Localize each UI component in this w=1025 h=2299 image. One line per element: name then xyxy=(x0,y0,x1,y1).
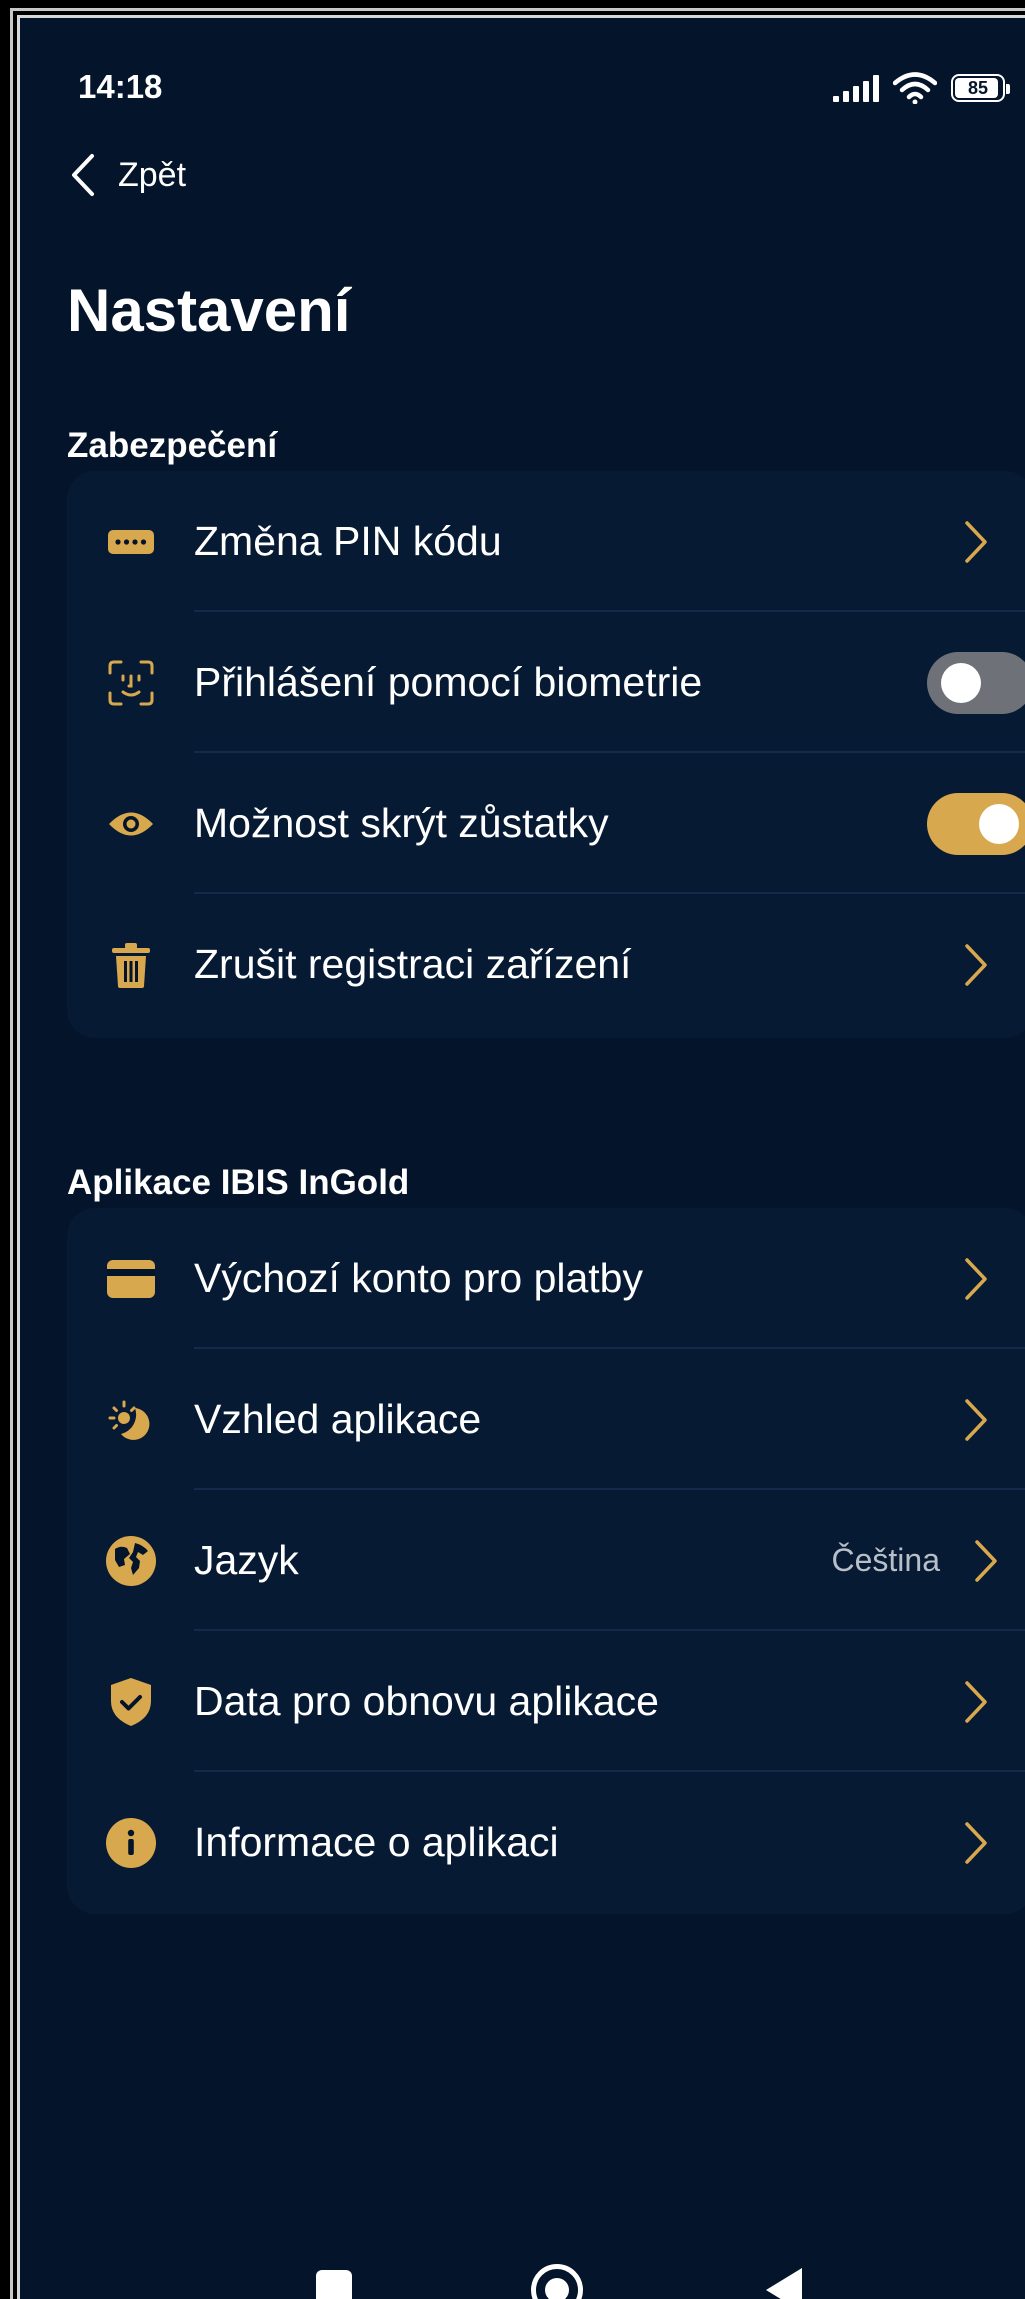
screen: 14:18 85 Zpět Nastavení Zabezpečení Změn… xyxy=(17,15,1025,2299)
chevron-right-icon xyxy=(975,1539,997,1582)
back-label: Zpět xyxy=(118,155,187,194)
signal-icon xyxy=(833,74,879,102)
section-title-app: Aplikace IBIS InGold xyxy=(67,1163,410,1202)
shield-check-icon xyxy=(110,1677,151,1726)
row-app-info[interactable]: Informace o aplikaci xyxy=(67,1772,1025,1913)
row-biometric-login[interactable]: Přihlášení pomocí biometrie xyxy=(67,612,1025,753)
security-card: Změna PIN kódu Přihlášení pomocí biometr… xyxy=(67,471,1025,1038)
chevron-right-icon xyxy=(965,1257,987,1300)
pin-keypad-icon xyxy=(107,529,154,554)
row-language[interactable]: Jazyk Čeština xyxy=(67,1490,1025,1631)
chevron-right-icon xyxy=(965,1680,987,1723)
globe-icon xyxy=(105,1535,156,1586)
theme-icon xyxy=(108,1400,149,1440)
row-label: Výchozí konto pro platby xyxy=(194,1255,643,1301)
card-icon xyxy=(106,1259,155,1298)
row-label: Možnost skrýt zůstatky xyxy=(194,800,609,846)
row-change-pin[interactable]: Změna PIN kódu xyxy=(67,471,1025,612)
chevron-left-icon xyxy=(72,154,94,196)
wifi-icon xyxy=(893,72,937,104)
chevron-right-icon xyxy=(965,520,987,563)
row-app-appearance[interactable]: Vzhled aplikace xyxy=(67,1349,1025,1490)
row-label: Změna PIN kódu xyxy=(194,518,502,564)
back-button[interactable]: Zpět xyxy=(70,153,186,197)
recents-button[interactable] xyxy=(316,2270,352,2299)
row-label: Data pro obnovu aplikace xyxy=(194,1678,659,1724)
language-value: Čeština xyxy=(831,1542,941,1578)
system-nav-bar xyxy=(20,2258,1025,2299)
page-title: Nastavení xyxy=(67,277,351,344)
frame-border-top xyxy=(10,8,1025,11)
chevron-right-icon xyxy=(965,1398,987,1441)
face-id-icon xyxy=(108,660,153,705)
biometric-toggle[interactable] xyxy=(927,651,1025,714)
status-icons: 85 xyxy=(833,72,1010,104)
eye-icon xyxy=(108,812,153,835)
row-recovery-data[interactable]: Data pro obnovu aplikace xyxy=(67,1631,1025,1772)
row-label: Vzhled aplikace xyxy=(194,1396,482,1442)
battery-icon: 85 xyxy=(951,74,1010,102)
hide-balances-toggle[interactable] xyxy=(927,792,1025,855)
row-label: Přihlášení pomocí biometrie xyxy=(194,659,703,705)
info-icon xyxy=(105,1817,156,1868)
chevron-right-icon xyxy=(965,1821,987,1864)
battery-level: 85 xyxy=(967,77,989,98)
row-default-account[interactable]: Výchozí konto pro platby xyxy=(67,1208,1025,1349)
app-card: Výchozí konto pro platby Vzhled aplikace… xyxy=(67,1208,1025,1914)
chevron-right-icon xyxy=(965,943,987,986)
system-back-button[interactable] xyxy=(766,2268,802,2299)
status-time: 14:18 xyxy=(78,68,163,105)
row-label: Zrušit registraci zařízení xyxy=(194,941,632,987)
section-title-security: Zabezpečení xyxy=(67,426,278,465)
row-hide-balances[interactable]: Možnost skrýt zůstatky xyxy=(67,753,1025,894)
trash-icon xyxy=(111,942,150,988)
row-label: Informace o aplikaci xyxy=(194,1819,559,1865)
row-label: Jazyk xyxy=(194,1537,299,1583)
frame-border-left xyxy=(10,8,13,2299)
row-unregister-device[interactable]: Zrušit registraci zařízení xyxy=(67,894,1025,1035)
home-button[interactable] xyxy=(531,2264,583,2299)
